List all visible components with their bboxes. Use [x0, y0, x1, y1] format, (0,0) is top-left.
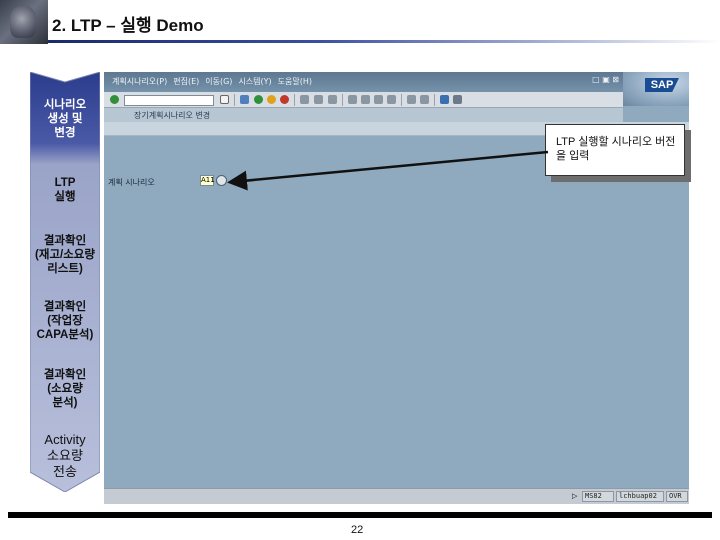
toolbar-separator: [234, 94, 235, 106]
menu-item-help[interactable]: 도움말(H): [278, 76, 312, 87]
next-page-icon[interactable]: [374, 95, 383, 104]
save-icon[interactable]: [240, 95, 249, 104]
toolbar-separator: [401, 94, 402, 106]
page-number: 22: [351, 524, 364, 536]
find-icon[interactable]: [314, 95, 323, 104]
scenario-field-input[interactable]: A11: [200, 175, 215, 186]
callout-box: LTP 실행할 시나리오 버전을 입력: [545, 124, 685, 176]
toolbar-separator: [342, 94, 343, 106]
flow-step-result-stock: 결과확인 (재고/소요량 리스트): [26, 234, 104, 276]
process-flow: 시나리오 생성 및 변경 LTP 실행 결과확인 (재고/소요량 리스트) 결과…: [30, 72, 100, 492]
callout-text: LTP 실행할 시나리오 버전을 입력: [556, 136, 676, 162]
previous-page-icon[interactable]: [361, 95, 370, 104]
last-page-icon[interactable]: [387, 95, 396, 104]
standard-toolbar: [104, 92, 623, 108]
page-title: 2. LTP – 실행 Demo: [52, 16, 204, 35]
flow-step-activity-transfer: Activity 소요량 전송: [26, 432, 104, 480]
cancel-icon[interactable]: [280, 95, 289, 104]
flow-step-ltp-run: LTP 실행: [26, 176, 104, 204]
sap-logo: SAP: [645, 78, 679, 92]
footer-bar: [8, 512, 712, 518]
flow-step-result-capa: 결과확인 (작업장 CAPA분석): [26, 300, 104, 342]
scenario-field-label: 계획 시나리오: [108, 178, 155, 187]
company-logo-image: [0, 0, 48, 44]
sap-menu-bar: 계획시나리오(P) 편집(E) 이동(G) 시스템(Y) 도움말(H) □ ▣ …: [104, 72, 689, 92]
first-page-icon[interactable]: [348, 95, 357, 104]
flow-step-result-requirements: 결과확인 (소요량 분석): [26, 368, 104, 410]
menu-item-scenario[interactable]: 계획시나리오(P): [112, 76, 167, 87]
help-icon[interactable]: [440, 95, 449, 104]
sap-logo-area: SAP: [623, 72, 689, 106]
exit-icon[interactable]: [267, 95, 276, 104]
shortcut-icon[interactable]: [420, 95, 429, 104]
toolbar-separator: [294, 94, 295, 106]
status-mode: OVR: [666, 491, 688, 502]
app-title-bar: 장기계획시나리오 변경: [104, 108, 623, 122]
sap-menu: 계획시나리오(P) 편집(E) 이동(G) 시스템(Y) 도움말(H): [112, 76, 312, 87]
new-session-icon[interactable]: [407, 95, 416, 104]
status-server: lchbuap02: [616, 491, 664, 502]
window-controls[interactable]: □ ▣ ⊠: [592, 75, 619, 84]
flow-step-label: LTP 실행: [54, 177, 76, 203]
app-title: 장기계획시나리오 변경: [134, 111, 211, 120]
flow-step-label: Activity 소요량 전송: [44, 432, 86, 479]
flow-step-label: 결과확인 (작업장 CAPA분석): [36, 301, 94, 341]
status-system: MS82: [582, 491, 614, 502]
menu-item-edit[interactable]: 편집(E): [173, 76, 199, 87]
flow-step-label: 시나리오 생성 및 변경: [43, 99, 87, 139]
flow-step-label: 결과확인 (소요량 분석): [43, 369, 87, 409]
command-field[interactable]: [124, 95, 214, 106]
value-help-icon[interactable]: [216, 175, 227, 186]
enter-icon[interactable]: [110, 95, 119, 104]
title-underline: [48, 40, 720, 43]
command-dropdown-icon[interactable]: [220, 95, 229, 104]
flow-step-label: 결과확인 (재고/소요량 리스트): [35, 235, 95, 275]
menu-item-goto[interactable]: 이동(G): [205, 76, 232, 87]
flow-step-scenario: 시나리오 생성 및 변경: [26, 98, 104, 140]
back-icon[interactable]: [254, 95, 263, 104]
toolbar-separator: [434, 94, 435, 106]
layout-menu-icon[interactable]: [453, 95, 462, 104]
status-bar: ▷ MS82 lchbuap02 OVR: [104, 488, 689, 504]
find-next-icon[interactable]: [328, 95, 337, 104]
status-expand-icon[interactable]: ▷: [572, 492, 577, 500]
menu-item-system[interactable]: 시스템(Y): [238, 76, 271, 87]
print-icon[interactable]: [300, 95, 309, 104]
